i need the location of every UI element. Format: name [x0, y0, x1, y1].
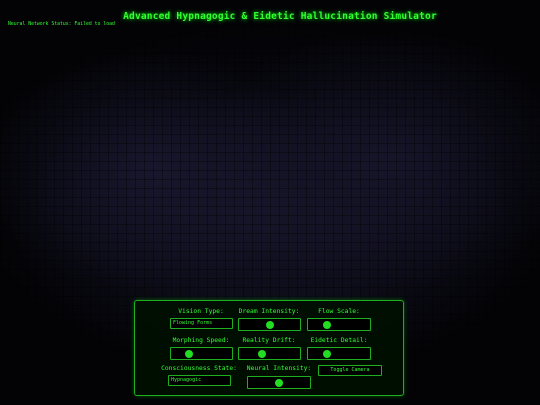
toggle-camera-button[interactable]: Toggle Camera	[318, 365, 382, 376]
morphing-speed-slider[interactable]	[170, 347, 233, 360]
neural-intensity-label: Neural Intensity:	[246, 365, 312, 372]
flow-scale-slider[interactable]	[307, 318, 371, 331]
eidetic-detail-slider[interactable]	[307, 347, 371, 360]
morphing-speed-label: Morphing Speed:	[172, 337, 230, 344]
page-title: Advanced Hypnagogic & Eidetic Hallucinat…	[123, 11, 437, 22]
slider-thumb[interactable]	[265, 320, 274, 329]
eidetic-detail-label: Eidetic Detail:	[310, 337, 368, 344]
vision-type-select[interactable]: Flowing Forms	[170, 318, 233, 329]
slider-thumb[interactable]	[185, 349, 194, 358]
reality-drift-slider[interactable]	[238, 347, 301, 360]
control-panel: Vision Type: Flowing Forms Dream Intensi…	[134, 300, 404, 396]
slider-thumb[interactable]	[258, 349, 267, 358]
dream-intensity-label: Dream Intensity:	[238, 308, 300, 315]
consciousness-state-label: Consciousness State:	[161, 365, 237, 372]
slider-thumb[interactable]	[322, 320, 331, 329]
slider-thumb[interactable]	[275, 378, 283, 387]
reality-drift-label: Reality Drift:	[242, 337, 296, 344]
consciousness-state-select[interactable]: Hypnagogic	[168, 375, 231, 386]
vision-type-label: Vision Type:	[178, 308, 224, 315]
neural-intensity-slider[interactable]	[247, 376, 311, 389]
network-status: Neural Network Status: Failed to load	[8, 22, 115, 27]
slider-thumb[interactable]	[322, 349, 331, 358]
dream-intensity-slider[interactable]	[238, 318, 301, 331]
flow-scale-label: Flow Scale:	[318, 308, 360, 315]
